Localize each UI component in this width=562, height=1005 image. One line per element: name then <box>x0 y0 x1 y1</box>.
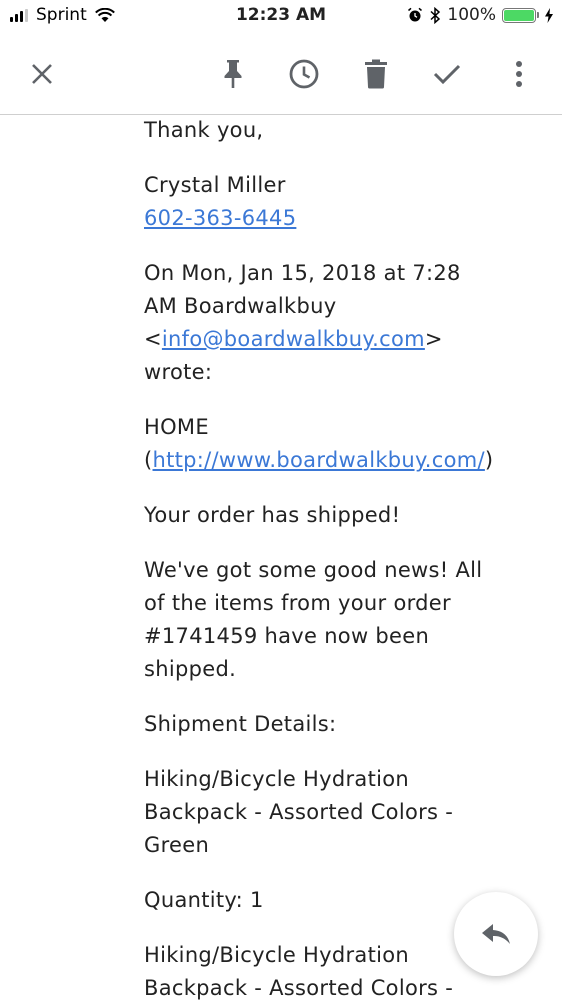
battery-icon <box>502 7 536 23</box>
home-label: HOME <box>144 415 209 439</box>
charging-icon <box>545 7 553 23</box>
home-url-line: (http://www.boardwalkbuy.com/) <box>144 448 494 472</box>
status-right: 100% <box>407 5 554 25</box>
pin-button[interactable] <box>211 52 255 96</box>
battery-fill <box>504 9 534 21</box>
quote-wrote: wrote: <box>144 360 213 384</box>
item-name-line: Backpack - Assorted Colors - <box>144 976 454 1000</box>
closing-line: Thank you, <box>144 118 264 142</box>
quote-intro-line: AM Boardwalkbuy <box>144 294 337 318</box>
item-name-line: Hiking/Bicycle Hydration <box>144 767 410 791</box>
quote-intro-line: On Mon, Jan 15, 2018 at 7:28 <box>144 261 461 285</box>
check-icon <box>433 64 461 85</box>
more-options-button[interactable] <box>497 52 541 96</box>
clock-icon <box>289 59 319 89</box>
close-button[interactable] <box>20 52 64 96</box>
email-toolbar <box>0 32 562 115</box>
shipment-details-heading: Shipment Details: <box>144 712 337 736</box>
status-bar: Sprint 12:23 AM 100% <box>0 0 562 32</box>
news-text-line: shipped. <box>144 657 237 681</box>
delete-button[interactable] <box>354 52 398 96</box>
pin-icon <box>224 60 242 88</box>
news-text-line: of the items from your order <box>144 591 451 615</box>
email-message-body: Thank you, Crystal Miller 602-363-6445 O… <box>144 114 544 1005</box>
news-text-line: #1741459 have now been <box>144 624 430 648</box>
battery-percent: 100% <box>447 5 496 25</box>
more-vert-icon <box>516 61 522 87</box>
home-url-link[interactable]: http://www.boardwalkbuy.com/ <box>153 448 485 472</box>
shipped-headline: Your order has shipped! <box>144 503 401 527</box>
item-name-line: Backpack - Assorted Colors - <box>144 800 454 824</box>
bluetooth-icon <box>430 6 441 24</box>
snooze-button[interactable] <box>282 52 326 96</box>
news-text-line: We've got some good news! All <box>144 558 483 582</box>
trash-icon <box>365 59 387 89</box>
signature-phone-link[interactable]: 602-363-6445 <box>144 206 296 230</box>
battery-cap <box>537 12 539 18</box>
signature-name: Crystal Miller <box>144 173 286 197</box>
reply-icon <box>482 924 510 944</box>
reply-fab-button[interactable] <box>454 892 538 976</box>
mark-done-button[interactable] <box>425 52 469 96</box>
quote-email-line: <info@boardwalkbuy.com> <box>144 327 443 351</box>
sender-email-link[interactable]: info@boardwalkbuy.com <box>162 327 425 351</box>
alarm-icon <box>408 7 423 22</box>
close-icon <box>32 64 52 84</box>
item-name-line: Green <box>144 833 210 857</box>
